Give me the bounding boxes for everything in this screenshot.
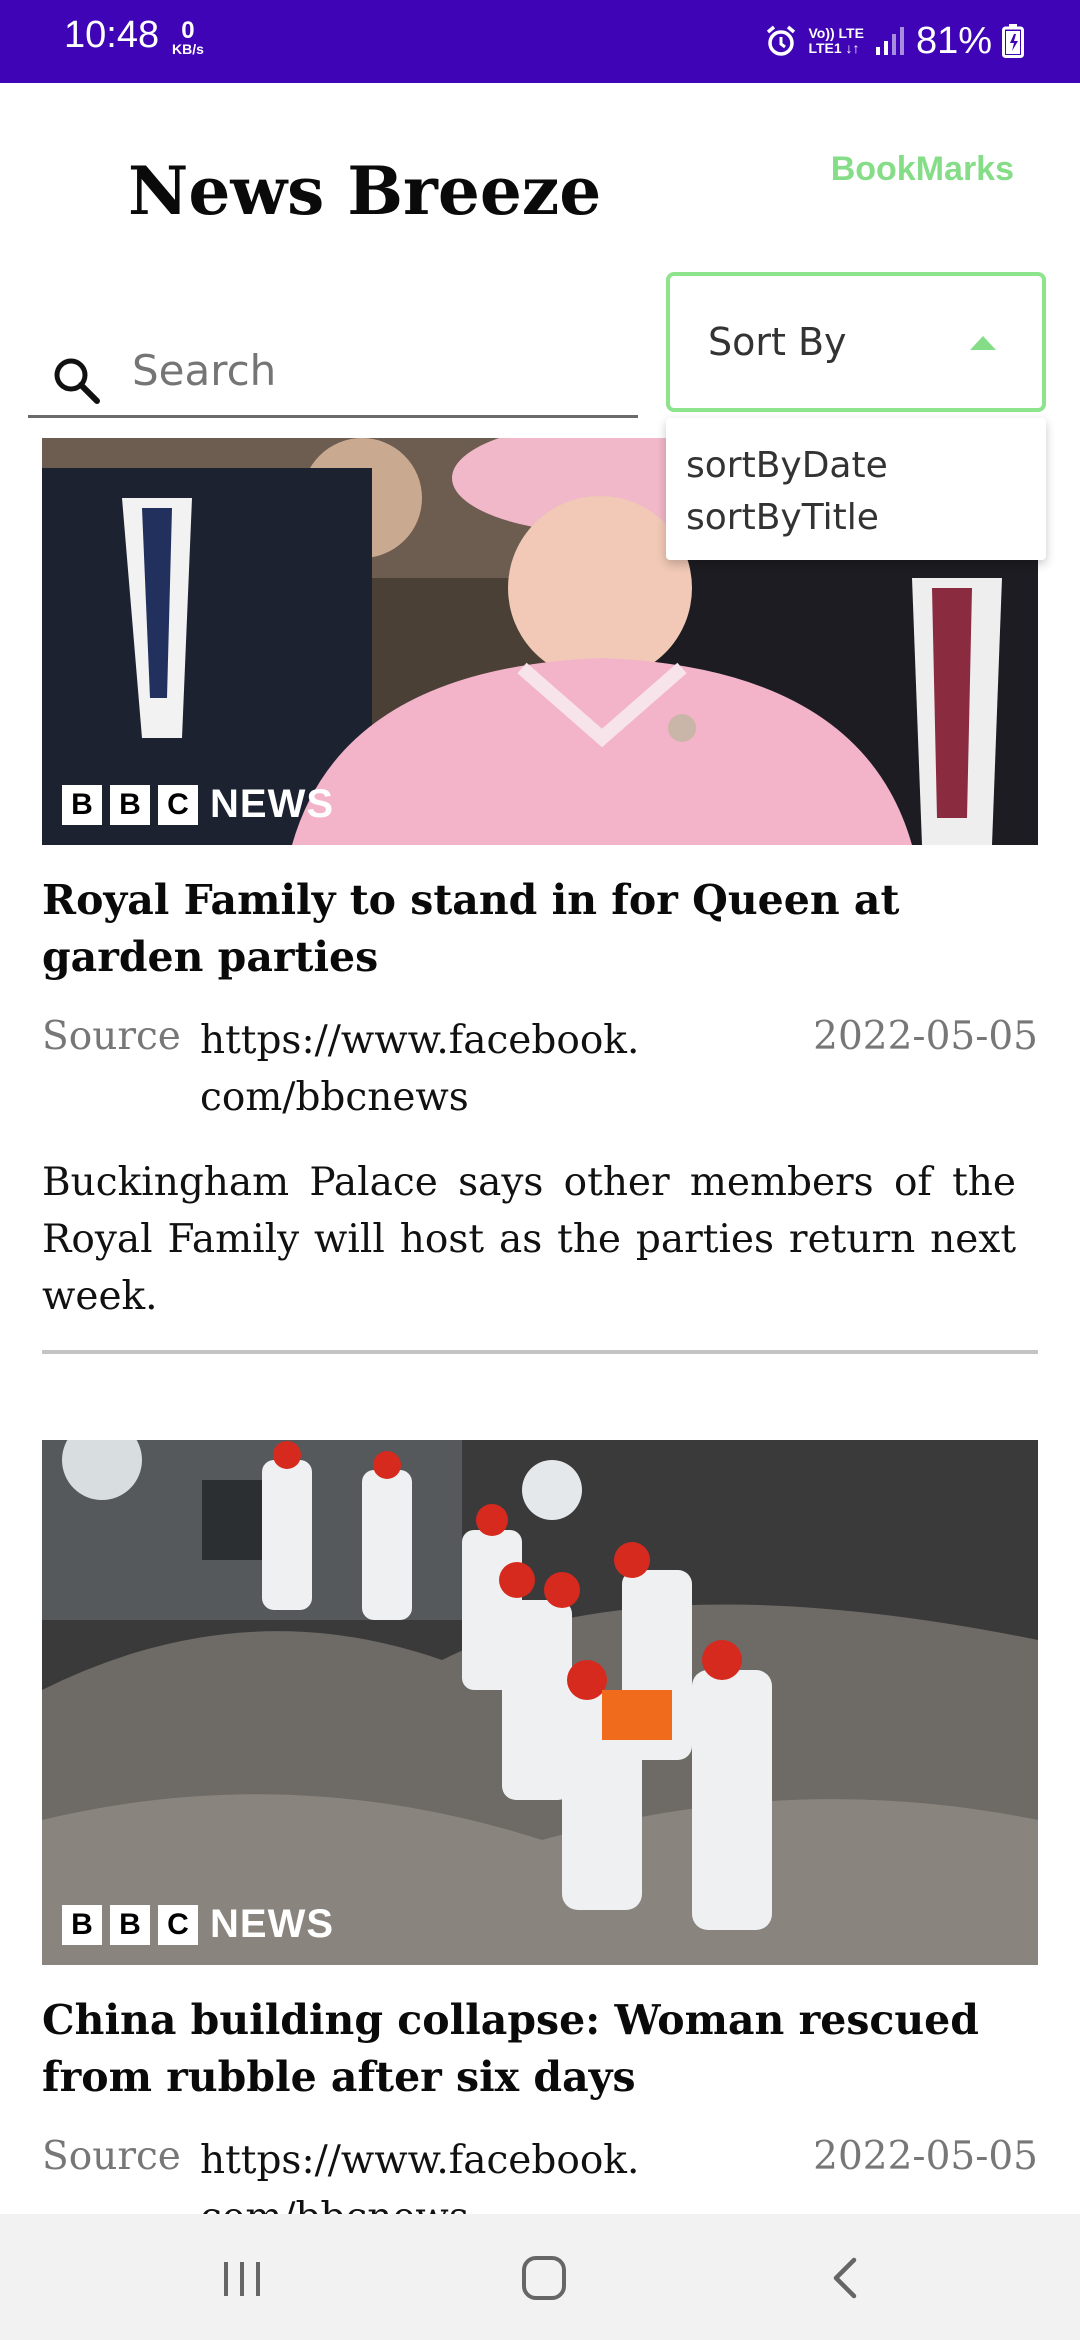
network-speed-value: 0	[181, 17, 195, 44]
article-date: 2022-05-05	[813, 1014, 1038, 1059]
bbc-letter: B	[62, 1904, 102, 1945]
article-photo	[42, 1440, 1038, 1965]
home-icon[interactable]	[516, 2252, 572, 2304]
navigation-bar	[0, 2214, 1080, 2340]
network-indicator: Vo)) LTE LTE1 ↓↑	[808, 26, 863, 56]
search-icon	[54, 358, 100, 404]
search-bar[interactable]	[28, 330, 638, 418]
network-bottom: LTE1 ↓↑	[808, 40, 860, 56]
back-icon[interactable]	[818, 2252, 874, 2304]
network-speed-unit: KB/s	[172, 41, 204, 57]
bbc-letter: B	[62, 784, 102, 825]
bbc-news-logo: B B C NEWS	[62, 1902, 334, 1947]
article-title[interactable]: China building collapse: Woman rescued f…	[42, 1992, 1002, 2106]
sort-option-date[interactable]: sortByDate	[686, 440, 1026, 492]
bbc-news-text: NEWS	[210, 1902, 334, 1946]
bbc-letter: C	[158, 784, 198, 825]
app-title: News Breeze	[128, 152, 602, 230]
source-url-link[interactable]: https://www.facebook.com/bbcnews	[200, 2132, 640, 2214]
network-top: Vo)) LTE	[808, 25, 864, 41]
bbc-letter: B	[110, 1904, 150, 1945]
bbc-letter: B	[110, 784, 150, 825]
article-divider	[42, 1350, 1038, 1354]
bbc-news-text: NEWS	[210, 782, 334, 826]
bookmarks-button[interactable]: BookMarks	[831, 150, 1014, 189]
status-bar: 10:48 0 KB/s Vo)) LTE LTE1 ↓↑ 81%	[0, 0, 1080, 83]
status-time: 10:48	[64, 14, 160, 56]
recents-icon[interactable]	[214, 2252, 270, 2304]
status-icons: Vo)) LTE LTE1 ↓↑ 81%	[764, 18, 1024, 64]
source-label: Source	[42, 2134, 181, 2179]
network-speed: 0 KB/s	[172, 17, 204, 57]
sort-menu: sortByDate sortByTitle	[666, 418, 1046, 560]
source-label: Source	[42, 1014, 181, 1059]
bbc-news-logo: B B C NEWS	[62, 782, 334, 827]
article-image[interactable]: B B C NEWS	[42, 1440, 1038, 1965]
bbc-letter: C	[158, 1904, 198, 1945]
alarm-icon	[767, 25, 796, 56]
sort-option-title[interactable]: sortByTitle	[686, 492, 1026, 544]
sort-label: Sort By	[708, 320, 847, 364]
battery-percent: 81%	[915, 19, 992, 62]
chevron-up-icon	[970, 336, 996, 350]
signal-icon	[875, 27, 904, 55]
article-date: 2022-05-05	[813, 2134, 1038, 2179]
search-input[interactable]	[132, 346, 612, 395]
battery-icon	[1002, 24, 1024, 58]
article-title[interactable]: Royal Family to stand in for Queen at ga…	[42, 872, 1002, 986]
article-description: Buckingham Palace says other members of …	[42, 1160, 1016, 1319]
source-url-link[interactable]: https://www.facebook.com/bbcnews	[200, 1012, 640, 1126]
sort-dropdown[interactable]: Sort By	[666, 272, 1046, 412]
